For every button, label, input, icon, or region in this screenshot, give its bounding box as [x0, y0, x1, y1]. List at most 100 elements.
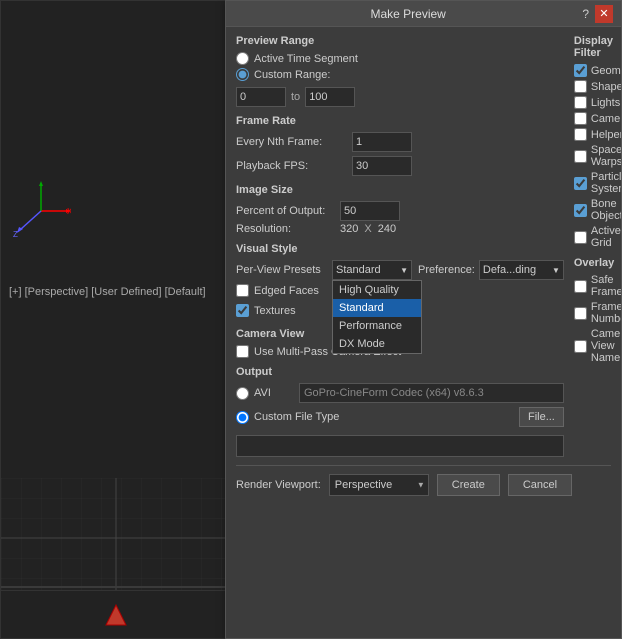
- particle-systems-label: Particle Systems: [591, 171, 621, 195]
- viewport-label: [+] [Perspective] [User Defined] [Defaul…: [9, 286, 206, 298]
- filter-cameras: Cameras: [574, 112, 621, 125]
- multi-pass-checkbox[interactable]: [236, 345, 249, 358]
- filter-helpers: Helpers: [574, 128, 621, 141]
- geometry-label: Geometry: [591, 65, 621, 77]
- to-label: to: [291, 91, 300, 103]
- every-nth-row: Every Nth Frame: 1: [236, 132, 564, 152]
- shapes-checkbox[interactable]: [574, 80, 587, 93]
- shapes-label: Shapes: [591, 81, 621, 93]
- camera-view-name-checkbox[interactable]: [574, 340, 587, 353]
- active-time-segment-radio[interactable]: [236, 52, 249, 65]
- bottom-bar: Render Viewport: Perspective Create Canc…: [236, 465, 611, 496]
- helpers-checkbox[interactable]: [574, 128, 587, 141]
- percent-input[interactable]: 50: [340, 201, 400, 221]
- dialog-title: Make Preview: [234, 7, 582, 21]
- output-path-input[interactable]: [236, 435, 564, 457]
- codec-display: GoPro-CineForm Codec (x64) v8.6.3: [299, 383, 564, 403]
- filter-space-warps: Space Warps: [574, 144, 621, 168]
- close-button[interactable]: ✕: [595, 5, 613, 23]
- playback-fps-row: Playback FPS: 30: [236, 156, 564, 176]
- x-separator: X: [364, 223, 371, 235]
- frame-rate-label: Frame Rate: [236, 115, 564, 127]
- cancel-button[interactable]: Cancel: [508, 474, 572, 496]
- preset-standard[interactable]: Standard: [333, 299, 421, 317]
- safe-frames-label: Safe Frames: [591, 274, 621, 298]
- viewport-panel: X Y Z [+] [Perspective] [User Defined] […: [0, 0, 230, 639]
- active-grid-checkbox[interactable]: [574, 231, 587, 244]
- filter-lights: Lights: [574, 96, 621, 109]
- create-button[interactable]: Create: [437, 474, 500, 496]
- per-view-label: Per-View Presets: [236, 264, 326, 276]
- preset-performance[interactable]: Performance: [333, 317, 421, 335]
- viewport-axes: X Y Z: [11, 181, 71, 241]
- playback-fps-label: Playback FPS:: [236, 160, 346, 172]
- playback-fps-input[interactable]: 30: [352, 156, 412, 176]
- res-height: 240: [378, 223, 396, 235]
- filter-shapes: Shapes: [574, 80, 621, 93]
- avi-row: AVI GoPro-CineForm Codec (x64) v8.6.3: [236, 383, 564, 403]
- percent-row: Percent of Output: 50: [236, 201, 564, 221]
- bone-objects-checkbox[interactable]: [574, 204, 587, 217]
- preset-dx-mode[interactable]: DX Mode: [333, 335, 421, 353]
- textures-label: Textures: [254, 305, 296, 317]
- right-column: Display Filter Geometry Shapes Lights: [574, 35, 621, 457]
- lights-label: Lights: [591, 97, 620, 109]
- safe-frames-checkbox[interactable]: [574, 280, 587, 293]
- overlay-section: Overlay Safe Frames Frame Numbers Camera…: [574, 257, 621, 364]
- file-button[interactable]: File...: [519, 407, 564, 427]
- render-viewport-select[interactable]: Perspective: [329, 474, 429, 496]
- per-view-dropdown[interactable]: Standard: [332, 260, 412, 280]
- cameras-label: Cameras: [591, 113, 621, 125]
- geometry-checkbox[interactable]: [574, 64, 587, 77]
- svg-text:Z: Z: [13, 230, 18, 239]
- custom-range-radio[interactable]: [236, 68, 249, 81]
- dialog-titlebar: Make Preview ? ✕: [226, 1, 621, 27]
- range-from-input[interactable]: 0: [236, 87, 286, 107]
- textures-row: Textures: [236, 304, 296, 317]
- active-time-segment-label: Active Time Segment: [254, 53, 358, 65]
- bottom-icon: [101, 600, 131, 630]
- custom-file-radio[interactable]: [236, 411, 249, 424]
- custom-range-label: Custom Range:: [254, 69, 330, 81]
- viewport-select-wrap: Perspective: [329, 474, 429, 496]
- every-nth-input[interactable]: 1: [352, 132, 412, 152]
- active-grid-label: Active Grid: [591, 225, 621, 249]
- space-warps-checkbox[interactable]: [574, 150, 587, 163]
- overlay-label: Overlay: [574, 257, 621, 269]
- svg-text:Y: Y: [38, 181, 44, 183]
- bone-objects-label: Bone Objects: [591, 198, 621, 222]
- lights-checkbox[interactable]: [574, 96, 587, 109]
- edged-faces-checkbox[interactable]: [236, 284, 249, 297]
- avi-radio[interactable]: [236, 387, 249, 400]
- edged-faces-label: Edged Faces: [254, 285, 319, 297]
- range-to-input[interactable]: 100: [305, 87, 355, 107]
- textures-checkbox[interactable]: [236, 304, 249, 317]
- filter-bone-objects: Bone Objects: [574, 198, 621, 222]
- overlay-frame-numbers: Frame Numbers: [574, 301, 621, 325]
- space-warps-label: Space Warps: [591, 144, 621, 168]
- preference-dropdown[interactable]: Defa...ding: [479, 260, 564, 280]
- image-size-label: Image Size: [236, 184, 564, 196]
- custom-file-row: Custom File Type File...: [236, 407, 564, 427]
- avi-label: AVI: [254, 387, 294, 399]
- filter-particle-systems: Particle Systems: [574, 171, 621, 195]
- res-width: 320: [340, 223, 358, 235]
- display-filter-label: Display Filter: [574, 35, 621, 59]
- preset-dropdown-popup: High Quality Standard Performance DX Mod…: [332, 280, 422, 354]
- filter-geometry: Geometry: [574, 64, 621, 77]
- custom-file-label: Custom File Type: [254, 411, 514, 423]
- svg-text:X: X: [67, 207, 71, 216]
- viewport-grid: [1, 478, 231, 598]
- helpers-label: Helpers: [591, 129, 621, 141]
- help-button[interactable]: ?: [582, 7, 589, 21]
- particle-systems-checkbox[interactable]: [574, 177, 587, 190]
- preference-label: Preference:: [418, 264, 475, 276]
- overlay-camera-view-name: Camera / View Name: [574, 328, 621, 364]
- display-filter-list: Geometry Shapes Lights Cameras: [574, 64, 621, 249]
- preset-high-quality[interactable]: High Quality: [333, 281, 421, 299]
- cameras-checkbox[interactable]: [574, 112, 587, 125]
- per-view-value: Standard: [336, 264, 381, 276]
- frame-numbers-checkbox[interactable]: [574, 307, 587, 320]
- filter-active-grid: Active Grid: [574, 225, 621, 249]
- make-preview-dialog: Make Preview ? ✕ Preview Range Active Ti…: [225, 0, 622, 639]
